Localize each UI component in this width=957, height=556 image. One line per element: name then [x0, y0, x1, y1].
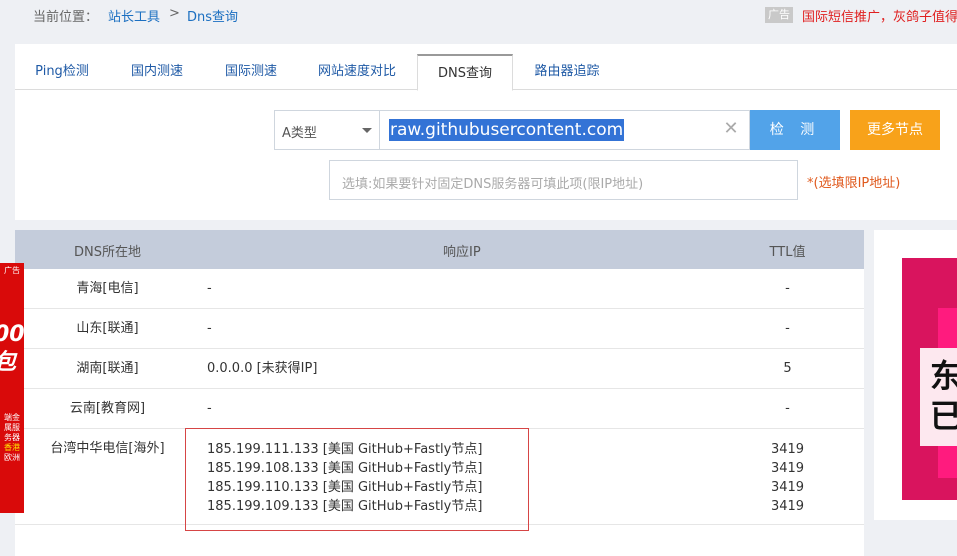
top-ad-link[interactable]: 国际短信推广，灰鸽子值得 [802, 6, 957, 25]
row-ttl: 5 [783, 361, 792, 376]
left-ad-tag: 广告 [4, 266, 20, 275]
table-row: 湖南[联通] 0.0.0.0 [未获得IP] 5 [15, 349, 864, 389]
table-row: 青海[电信] - - [15, 269, 864, 309]
close-icon[interactable]: ✕ [722, 118, 740, 140]
row-location: 山东[联通] [76, 321, 139, 336]
breadcrumb: 当前位置： 站长工具 > Dns查询 广告 国际短信推广，灰鸽子值得 [0, 0, 957, 30]
tab-speed-compare[interactable]: 网站速度对比 [305, 54, 409, 90]
tab-domestic-speed[interactable]: 国内测速 [117, 54, 197, 90]
row-ip: - [207, 401, 212, 416]
record-type-value: A类型 [282, 126, 317, 141]
row-location: 台湾中华电信[海外] [50, 441, 165, 456]
left-ad-headline: 00 包 [0, 322, 24, 375]
row-ttl: 3419 [770, 499, 805, 514]
dns-server-note: *(选填限IP地址) [807, 176, 901, 191]
chevron-down-icon [362, 128, 372, 133]
row-ttl: 3419 [770, 461, 805, 476]
row-ttl: - [785, 321, 790, 336]
tab-traceroute[interactable]: 路由器追踪 [523, 54, 611, 90]
left-ad-text-main: 端金属服务器 [4, 413, 20, 442]
header-location: DNS所在地 [74, 245, 141, 260]
header-ttl: TTL值 [769, 245, 806, 260]
row-ttl: 3419 [770, 480, 805, 495]
left-side-ad[interactable]: 广告 00 包 端金属服务器香港欧洲 [0, 263, 24, 513]
table-row: 云南[教育网] - - [15, 389, 864, 429]
table-row: 山东[联通] - - [15, 309, 864, 349]
breadcrumb-separator: > [169, 6, 180, 21]
dns-server-placeholder: 选填:如果要针对固定DNS服务器可填此项(限IP地址) [342, 177, 644, 192]
right-side-ad[interactable]: 东 已 [874, 230, 957, 520]
left-ad-text-tail: 欧洲 [4, 453, 20, 462]
row-location: 云南[教育网] [69, 401, 146, 416]
breadcrumb-prefix: 当前位置： [33, 10, 99, 25]
row-ip: - [207, 281, 212, 296]
domain-input[interactable]: raw.githubusercontent.com [380, 110, 750, 150]
row-location: 湖南[联通] [76, 361, 139, 376]
breadcrumb-current[interactable]: Dns查询 [187, 6, 238, 25]
breadcrumb-link-tools[interactable]: 站长工具 [108, 6, 160, 25]
tab-dns[interactable]: DNS查询 [417, 54, 513, 91]
dns-server-input[interactable]: 选填:如果要针对固定DNS服务器可填此项(限IP地址) [329, 160, 798, 200]
tab-ping[interactable]: Ping检测 [23, 54, 101, 90]
ad-tag: 广告 [765, 7, 793, 23]
left-ad-text-highlight: 香港 [4, 443, 20, 452]
tab-international-speed[interactable]: 国际测速 [211, 54, 291, 90]
domain-input-value: raw.githubusercontent.com [389, 119, 625, 141]
row-ip: - [207, 321, 212, 336]
right-ad-text: 东 已 [930, 357, 957, 435]
row-ttl: 3419 [770, 442, 805, 457]
record-type-select[interactable]: A类型 [274, 110, 380, 150]
header-ip: 响应IP [443, 245, 481, 260]
check-button[interactable]: 检 测 [750, 110, 840, 150]
tab-bar: Ping检测 国内测速 国际测速 网站速度对比 DNS查询 路由器追踪 [15, 54, 957, 91]
left-ad-text: 端金属服务器香港欧洲 [1, 413, 23, 463]
table-header: DNS所在地 响应IP TTL值 [15, 230, 864, 269]
row-ip: 0.0.0.0 [未获得IP] [207, 361, 318, 376]
more-nodes-button[interactable]: 更多节点 [850, 110, 940, 150]
row-location: 青海[电信] [76, 281, 139, 296]
highlight-annotation [185, 428, 529, 531]
row-ttl: - [785, 401, 790, 416]
tool-panel: Ping检测 国内测速 国际测速 网站速度对比 DNS查询 路由器追踪 A类型 … [15, 44, 957, 220]
row-ttl: - [785, 281, 790, 296]
